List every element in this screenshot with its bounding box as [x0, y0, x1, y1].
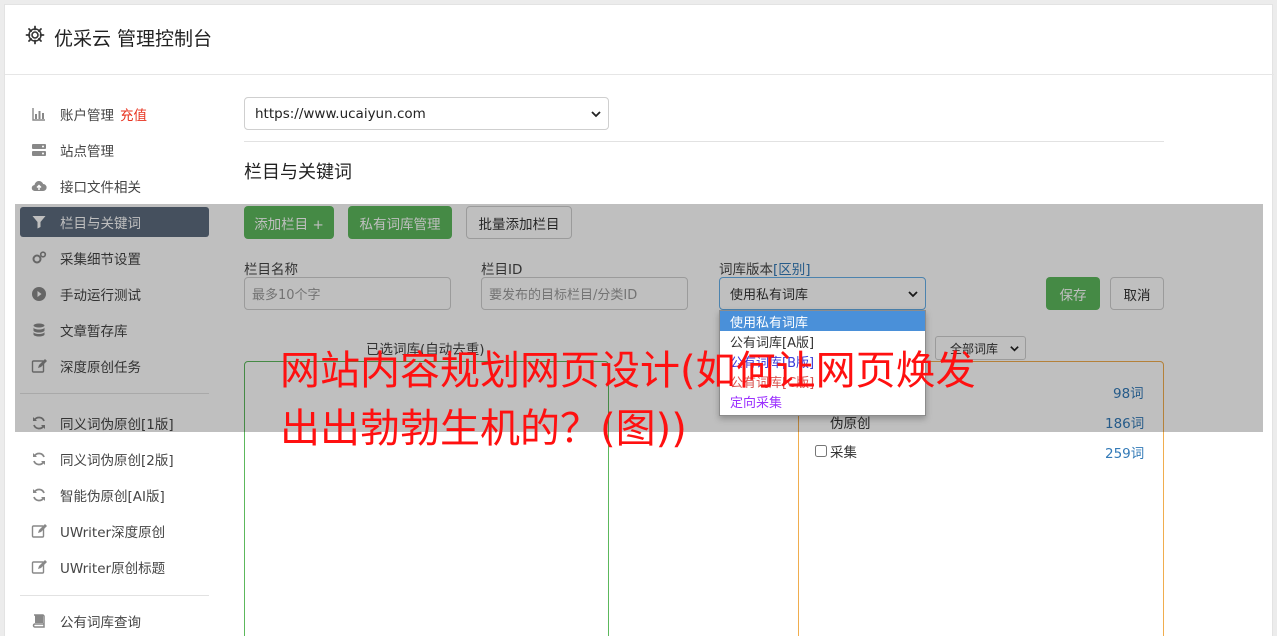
edit-icon: [31, 524, 47, 538]
sidebar-item-label: UWriter深度原创: [60, 525, 166, 541]
sidebar-item-label: 公有词库查询: [60, 615, 141, 631]
sidebar-item-ai-original[interactable]: 智能伪原创[AI版]: [20, 480, 209, 510]
refresh-icon: [33, 452, 45, 466]
sidebar-item-label: 智能伪原创[AI版]: [60, 489, 165, 505]
headline-overlay: 网站内容规划网页设计(如何让网页焕发出出勃勃生机的？(图)): [280, 348, 976, 452]
header: 优采云 管理控制台: [5, 5, 1274, 75]
gear-icon: [25, 25, 45, 45]
sidebar-item-interface[interactable]: 接口文件相关: [20, 171, 209, 201]
cloud-upload-icon: [31, 181, 47, 192]
site-select[interactable]: https://www.ucaiyun.com: [244, 97, 609, 130]
bar-chart-icon: [32, 108, 45, 121]
page-title: 优采云 管理控制台: [54, 28, 213, 50]
sidebar-item-label: 接口文件相关: [60, 180, 141, 196]
dropdown-option[interactable]: 使用私有词库: [720, 311, 925, 331]
library-count: 259词: [1105, 446, 1145, 462]
section-title: 栏目与关键词: [244, 162, 352, 183]
sidebar-item-label: UWriter原创标题: [60, 561, 166, 577]
refresh-icon: [33, 488, 45, 502]
sidebar-divider: [20, 595, 209, 596]
server-icon: [32, 144, 46, 156]
sidebar-item-label: 站点管理: [60, 144, 114, 160]
sidebar-item-public-library[interactable]: 公有词库查询: [20, 606, 209, 636]
recharge-link[interactable]: 充值: [120, 104, 147, 124]
sidebar-item-uwriter-title[interactable]: UWriter原创标题: [20, 552, 209, 582]
sidebar-item-uwriter-deep[interactable]: UWriter深度原创: [20, 516, 209, 546]
edit-icon: [31, 560, 47, 574]
sidebar-item-label: 账户管理: [60, 108, 114, 124]
sidebar-item-account[interactable]: 账户管理 充值: [20, 99, 209, 129]
site-select-value: https://www.ucaiyun.com: [255, 105, 426, 122]
divider: [244, 141, 1164, 142]
sidebar-item-sites[interactable]: 站点管理: [20, 135, 209, 165]
chevron-down-icon: [591, 111, 601, 118]
sidebar-item-label: 同义词伪原创[2版]: [60, 453, 174, 469]
sidebar-item-synonym-v2[interactable]: 同义词伪原创[2版]: [20, 444, 209, 474]
book-icon: [32, 614, 45, 628]
